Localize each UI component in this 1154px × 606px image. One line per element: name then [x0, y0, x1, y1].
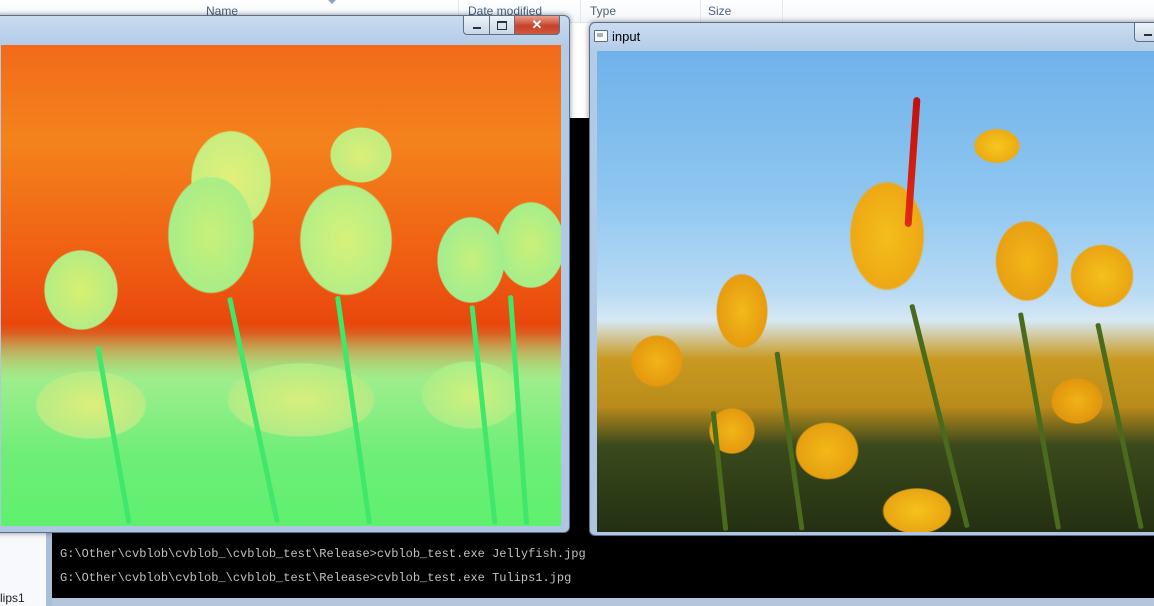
input-window-title: input [612, 29, 641, 44]
input-caption-buttons [1134, 23, 1154, 43]
column-size[interactable]: Size [708, 4, 731, 18]
sort-caret-icon [328, 0, 336, 4]
output-image-window[interactable]: ✕ [0, 15, 570, 533]
processed-tulips-image [1, 45, 561, 526]
console-frame-bottom [52, 598, 1154, 606]
minimize-icon [472, 27, 481, 29]
console-line-1: G:\Other\cvblob\cvblob_\cvblob_test\Rele… [60, 547, 586, 561]
input-image-window[interactable]: input [589, 22, 1154, 536]
close-button[interactable]: ✕ [515, 16, 560, 35]
column-separator[interactable] [782, 0, 783, 22]
window-app-icon [594, 30, 608, 42]
output-caption-buttons: ✕ [463, 16, 560, 36]
minimize-button[interactable] [1134, 23, 1154, 42]
output-image-canvas[interactable] [1, 45, 561, 526]
minimize-button[interactable] [463, 16, 490, 35]
column-separator[interactable] [580, 0, 581, 22]
console-line-2: G:\Other\cvblob\cvblob_\cvblob_test\Rele… [60, 571, 572, 585]
tulips-photo [597, 51, 1154, 532]
explorer-item-label[interactable]: lips1 [0, 591, 25, 605]
input-image-canvas[interactable] [597, 51, 1154, 532]
maximize-icon [497, 20, 507, 30]
column-type[interactable]: Type [590, 4, 616, 18]
minimize-icon [1143, 34, 1152, 36]
close-icon: ✕ [531, 17, 543, 32]
column-separator[interactable] [700, 0, 701, 22]
maximize-button[interactable] [490, 16, 515, 35]
